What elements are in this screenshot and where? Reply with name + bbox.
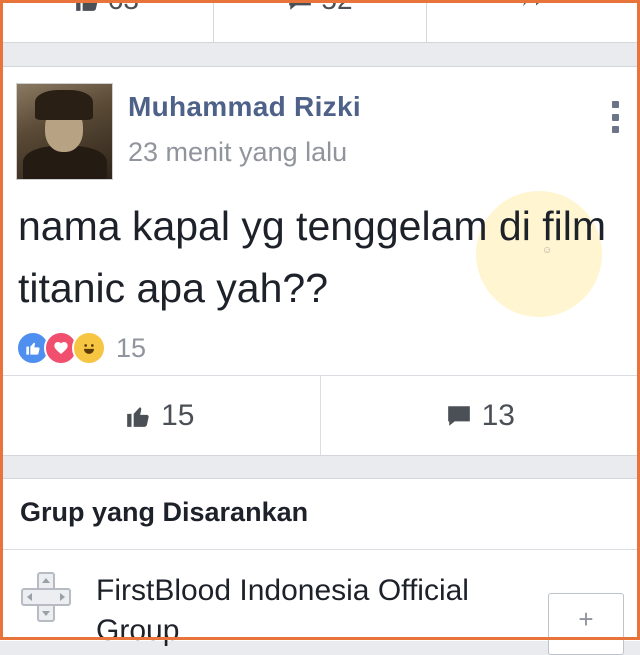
- author-name[interactable]: Muhammad Rizki: [128, 91, 361, 123]
- avatar[interactable]: [16, 83, 113, 180]
- previous-like-count: 63: [108, 0, 139, 16]
- suggested-groups-card: Grup yang Disarankan FirstBlood Indonesi…: [0, 478, 640, 641]
- reactions-summary[interactable]: 15: [16, 331, 146, 365]
- previous-comment-button[interactable]: 52: [214, 0, 428, 42]
- like-button[interactable]: 15: [0, 376, 321, 455]
- previous-comment-count: 52: [321, 0, 352, 16]
- join-group-button[interactable]: +: [548, 593, 624, 655]
- reaction-count: 15: [116, 333, 146, 364]
- post-action-bar: 15 13: [0, 375, 640, 455]
- suggested-groups-title: Grup yang Disarankan: [20, 497, 308, 528]
- previous-post-action-bar: 63 52: [0, 0, 640, 43]
- comment-button[interactable]: 13: [321, 376, 640, 455]
- like-count: 15: [161, 399, 194, 433]
- like-icon: [74, 0, 100, 13]
- previous-like-button[interactable]: 63: [0, 0, 214, 42]
- haha-reaction-icon: [72, 331, 106, 365]
- comment-icon: [287, 0, 313, 13]
- divider: [0, 549, 640, 550]
- share-icon: [521, 0, 547, 10]
- comment-count: 13: [482, 399, 515, 433]
- comment-icon: [446, 403, 472, 429]
- post-timestamp[interactable]: 23 menit yang lalu: [128, 137, 347, 168]
- post-text: nama kapal yg tenggelam di film titanic …: [18, 195, 628, 319]
- post-card: Muhammad Rizki 23 menit yang lalu ☺ nama…: [0, 66, 640, 456]
- like-icon: [125, 403, 151, 429]
- group-gamepad-icon: [20, 571, 72, 623]
- previous-share-button[interactable]: [427, 0, 640, 42]
- group-name[interactable]: FirstBlood Indonesia Official Group: [96, 571, 526, 651]
- more-options-icon[interactable]: [610, 101, 620, 133]
